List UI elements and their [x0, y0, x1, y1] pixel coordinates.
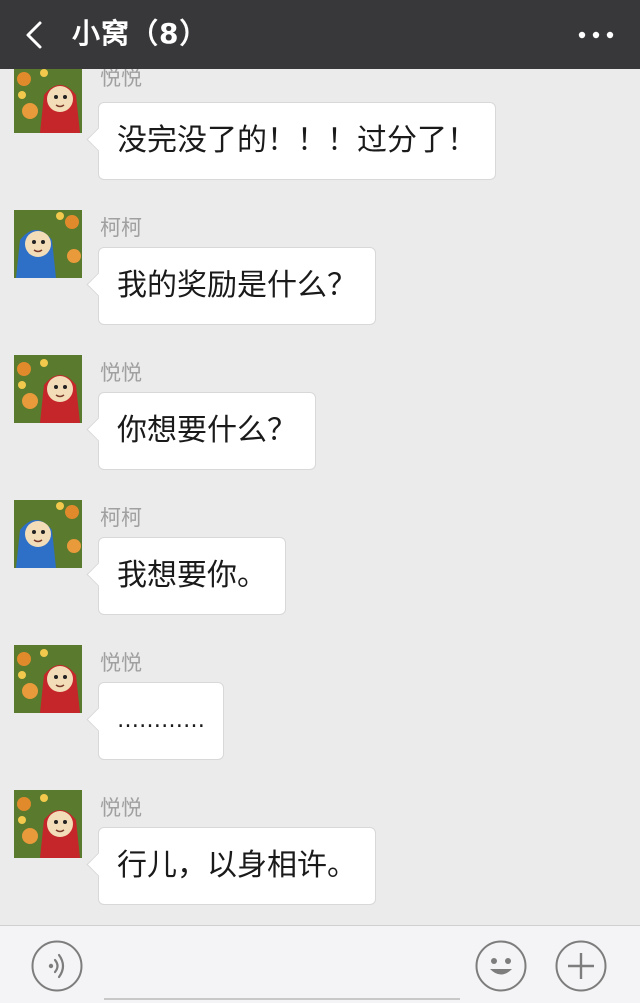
- chevron-left-icon: [26, 21, 42, 49]
- back-button[interactable]: [18, 18, 52, 52]
- message-bubble[interactable]: 没完没了的！！！过分了！: [98, 102, 496, 180]
- message-bubble[interactable]: 我想要你。: [98, 537, 286, 615]
- sender-name: 柯柯: [100, 216, 142, 240]
- plus-icon: [555, 940, 607, 992]
- avatar[interactable]: [14, 69, 82, 133]
- sender-name: 悦悦: [100, 69, 142, 90]
- sender-name: 柯柯: [100, 506, 142, 530]
- blue-teletubby-avatar: [14, 500, 82, 568]
- avatar[interactable]: [14, 790, 82, 858]
- chat-area[interactable]: 悦悦 没完没了的！！！过分了！ 柯柯 我的奖励是什么？ 悦悦 你想要什么？ 柯柯…: [0, 69, 640, 925]
- blue-teletubby-avatar: [14, 210, 82, 278]
- emoji-icon: [475, 940, 527, 992]
- message-bubble[interactable]: …………: [98, 682, 224, 760]
- red-teletubby-avatar: [14, 69, 82, 133]
- emoji-button[interactable]: [475, 940, 527, 992]
- sender-name: 悦悦: [100, 361, 142, 385]
- chat-title: 小窝（8）: [72, 17, 209, 50]
- avatar[interactable]: [14, 355, 82, 423]
- sender-name: 悦悦: [100, 796, 142, 820]
- message-input[interactable]: [104, 942, 460, 1000]
- top-bar: 小窝（8）: [0, 0, 640, 69]
- message-bubble[interactable]: 我的奖励是什么？: [98, 247, 376, 325]
- input-bar: [0, 925, 640, 1003]
- red-teletubby-avatar: [14, 645, 82, 713]
- more-dots-icon: [578, 31, 614, 39]
- message-bubble[interactable]: 你想要什么？: [98, 392, 316, 470]
- avatar[interactable]: [14, 210, 82, 278]
- more-button[interactable]: [576, 20, 616, 50]
- red-teletubby-avatar: [14, 355, 82, 423]
- voice-button[interactable]: [31, 940, 83, 992]
- sender-name: 悦悦: [100, 651, 142, 675]
- avatar[interactable]: [14, 500, 82, 568]
- voice-icon: [31, 940, 83, 992]
- avatar[interactable]: [14, 645, 82, 713]
- red-teletubby-avatar: [14, 790, 82, 858]
- message-bubble[interactable]: 行儿，以身相许。: [98, 827, 376, 905]
- plus-button[interactable]: [555, 940, 607, 992]
